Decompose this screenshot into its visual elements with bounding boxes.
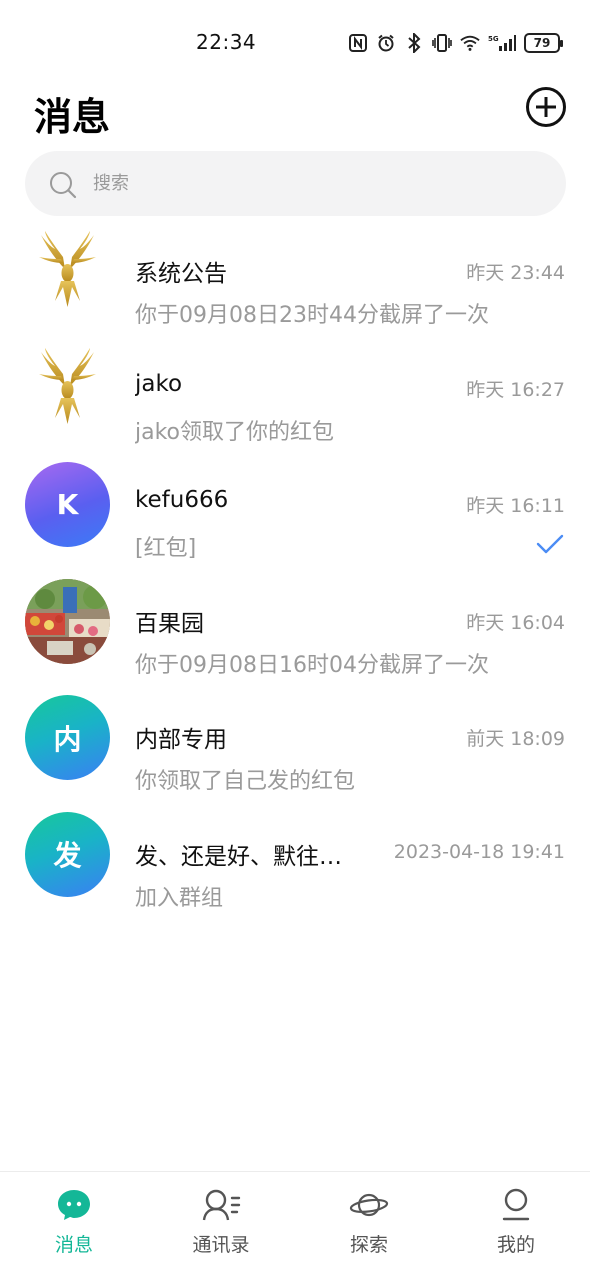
chat-bubble-icon — [54, 1186, 94, 1224]
svg-text:5G: 5G — [488, 35, 499, 43]
planet-icon — [349, 1186, 389, 1224]
tab-me[interactable]: 我的 — [461, 1186, 571, 1266]
chat-preview: jako领取了你的红包 — [135, 419, 335, 445]
chat-time: 前天 18:09 — [466, 728, 565, 750]
tab-label: 探索 — [349, 1234, 388, 1256]
chat-preview: 你于09月08日16时04分截屏了一次 — [135, 652, 489, 678]
battery-icon: 79 — [524, 33, 563, 53]
chat-name: kefu666 — [135, 487, 229, 513]
chat-time: 2023-04-18 19:41 — [393, 840, 565, 863]
status-icons: 5G 79 — [348, 32, 563, 54]
signal-5g-icon: 5G — [488, 32, 516, 54]
chat-name: 内部专用 — [135, 727, 227, 753]
chat-time: 昨天 16:11 — [466, 495, 565, 517]
tab-label: 我的 — [496, 1234, 535, 1256]
vibrate-icon — [432, 32, 452, 54]
eagle-logo-avatar — [25, 229, 110, 314]
tab-messages[interactable]: 消息 — [19, 1186, 129, 1266]
alarm-icon — [376, 32, 396, 54]
nfc-icon — [348, 32, 368, 54]
header: 消息 — [0, 86, 590, 146]
avatar: 内 — [25, 695, 110, 780]
profile-icon — [496, 1186, 536, 1224]
status-time: 22:34 — [196, 30, 257, 54]
chat-time: 昨天 23:44 — [466, 262, 565, 284]
avatar: K — [25, 462, 110, 547]
chat-name: 发、还是好、默往… — [135, 843, 342, 870]
chat-item-kefu666[interactable]: K kefu666 昨天 16:11 [红包] — [0, 447, 590, 564]
tab-explore[interactable]: 探索 — [314, 1186, 424, 1266]
bottom-tab-bar: 消息 通讯录 探索 我的 — [0, 1171, 590, 1278]
chat-list: 系统公告 昨天 23:44 你于09月08日23时44分截屏了一次 jako 昨… — [0, 214, 590, 913]
avatar — [25, 578, 110, 664]
chat-item-jako[interactable]: jako 昨天 16:27 jako领取了你的红包 — [0, 331, 590, 448]
check-icon — [536, 533, 564, 555]
chat-item-baiguoyuan[interactable]: 百果园 昨天 16:04 你于09月08日16时04分截屏了一次 — [0, 564, 590, 681]
eagle-logo-avatar — [25, 346, 110, 431]
chat-time: 昨天 16:04 — [466, 611, 565, 634]
tab-contacts[interactable]: 通讯录 — [166, 1186, 276, 1266]
status-bar: 22:34 5G 79 — [0, 0, 590, 86]
chat-name: 百果园 — [135, 610, 204, 637]
chat-time: 昨天 16:27 — [466, 378, 565, 401]
page-title: 消息 — [34, 95, 111, 139]
chat-name: jako — [135, 370, 183, 397]
chat-preview: 加入群组 — [135, 885, 224, 911]
chat-preview: 你领取了自己发的红包 — [135, 769, 356, 794]
chat-item-group[interactable]: 发 发、还是好、默往… 2023-04-18 19:41 加入群组 — [0, 797, 590, 914]
bluetooth-icon — [404, 32, 424, 54]
avatar: 发 — [25, 811, 110, 897]
chat-preview: 你于09月08日23时44分截屏了一次 — [135, 303, 489, 328]
chat-preview: [红包] — [135, 536, 197, 561]
tab-label: 通讯录 — [192, 1234, 250, 1256]
wifi-icon — [460, 32, 480, 54]
plus-circle-icon[interactable] — [526, 87, 566, 127]
tab-label: 消息 — [54, 1234, 93, 1256]
search-bar[interactable] — [25, 151, 566, 216]
search-icon — [49, 171, 77, 198]
chat-item-internal[interactable]: 内 内部专用 前天 18:09 你领取了自己发的红包 — [0, 680, 590, 797]
chat-item-system-notice[interactable]: 系统公告 昨天 23:44 你于09月08日23时44分截屏了一次 — [0, 214, 590, 331]
search-input[interactable] — [93, 173, 493, 194]
contacts-icon — [201, 1186, 241, 1224]
chat-name: 系统公告 — [135, 261, 227, 287]
